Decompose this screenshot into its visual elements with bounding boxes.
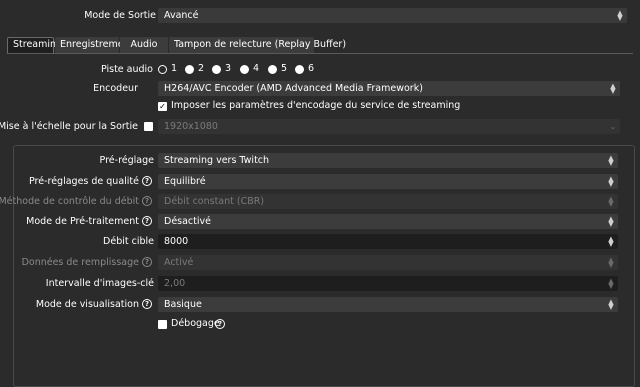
audio-track-radio-1[interactable] (158, 65, 167, 74)
bitrate-label: Débit cible (103, 236, 154, 247)
rescale-select[interactable]: 1920x1080 ⌄ (158, 119, 620, 134)
quality-preset-select[interactable]: Equilibré ▲ ▼ (158, 174, 618, 189)
preprocessing-label: Mode de Pré-traitement (26, 216, 139, 227)
preprocessing-select[interactable]: Désactivé ▲ ▼ (158, 214, 618, 229)
help-icon[interactable]: ? (142, 257, 152, 267)
help-icon[interactable]: ? (142, 196, 152, 206)
spin-arrows-icon: ▲ ▼ (608, 154, 614, 167)
audio-track-radio-5[interactable] (268, 65, 277, 74)
view-mode-select[interactable]: Basique ▲ ▼ (158, 297, 618, 312)
tab-audio[interactable]: Audio (120, 37, 168, 53)
spin-arrows-icon: ▲ ▼ (610, 82, 616, 95)
output-mode-select[interactable]: Avancé ▲ ▼ (158, 8, 627, 23)
help-icon[interactable]: ? (142, 176, 152, 186)
output-mode-label: Mode de Sortie (84, 10, 156, 21)
audio-track-label-1: 1 (171, 63, 178, 74)
audio-track-label-3: 3 (225, 63, 232, 74)
preset-label: Pré-réglage (99, 155, 154, 166)
rescale-checkbox[interactable] (144, 122, 153, 131)
rate-control-value: Débit constant (CBR) (164, 196, 265, 207)
keyframe-label: Intervalle d'images-clé (45, 278, 154, 289)
audio-track-radio-6[interactable] (295, 65, 304, 74)
spin-arrows-icon: ▲ ▼ (608, 215, 614, 228)
preprocessing-value: Désactivé (164, 216, 211, 227)
tab-panel-border (7, 53, 633, 54)
spin-arrows-icon[interactable]: ▲ ▼ (607, 236, 615, 248)
tab-replay-buffer[interactable]: Tampon de relecture (Replay Buffer) (169, 37, 346, 53)
tab-streaming[interactable]: Streaming (7, 37, 62, 53)
help-icon[interactable]: ? (215, 319, 225, 329)
spin-arrows-icon: ▲ ▼ (608, 175, 614, 188)
preset-select[interactable]: Streaming vers Twitch ▲ ▼ (158, 153, 618, 168)
debug-label: Débogage (171, 318, 220, 329)
spin-arrows-icon: ▲ ▼ (608, 195, 614, 208)
audio-track-label: Piste audio (100, 64, 153, 75)
keyframe-value: 2,00 (164, 278, 186, 289)
spin-arrows-icon[interactable]: ▲ ▼ (607, 278, 615, 290)
spin-arrows-icon: ▲ ▼ (608, 298, 614, 311)
output-mode-value: Avancé (164, 10, 199, 21)
audio-track-label-5: 5 (281, 63, 288, 74)
encoder-label: Encodeur (93, 83, 138, 94)
keyframe-spinbox[interactable]: 2,00 ▲ ▼ (158, 276, 618, 291)
filler-data-value: Activé (164, 257, 194, 268)
audio-track-radio-3[interactable] (212, 65, 221, 74)
help-icon[interactable]: ? (142, 216, 152, 226)
rate-control-label: Méthode de contrôle du débit (0, 196, 139, 207)
view-mode-label: Mode de visualisation (35, 299, 139, 310)
quality-preset-label: Pré-réglages de qualité (28, 176, 139, 187)
filler-data-label: Données de remplissage (21, 257, 139, 268)
enforce-label: Imposer les paramètres d'encodage du ser… (171, 100, 461, 111)
help-icon[interactable]: ? (142, 299, 152, 309)
rescale-label: Mise à l'échelle pour la Sortie (0, 121, 138, 132)
bitrate-spinbox[interactable]: 8000 ▲ ▼ (158, 234, 618, 249)
quality-preset-value: Equilibré (164, 176, 206, 187)
audio-track-label-2: 2 (198, 63, 205, 74)
spin-arrows-icon: ▲ ▼ (608, 256, 614, 269)
audio-track-radio-4[interactable] (240, 65, 249, 74)
audio-track-label-6: 6 (308, 63, 315, 74)
rescale-value: 1920x1080 (164, 121, 218, 132)
enforce-checkbox[interactable]: ✓ (158, 102, 167, 111)
rate-control-select[interactable]: Débit constant (CBR) ▲ ▼ (158, 194, 618, 209)
audio-track-label-4: 4 (253, 63, 260, 74)
encoder-value: H264/AVC Encoder (AMD Advanced Media Fra… (164, 83, 423, 94)
tab-recording[interactable]: Enregistrement (55, 37, 133, 53)
debug-checkbox[interactable] (158, 320, 167, 329)
spin-arrows-icon: ▲ ▼ (617, 9, 623, 22)
audio-track-radio-2[interactable] (185, 65, 194, 74)
encoder-select[interactable]: H264/AVC Encoder (AMD Advanced Media Fra… (158, 81, 620, 96)
chevron-down-icon: ⌄ (609, 122, 617, 131)
filler-data-select[interactable]: Activé ▲ ▼ (158, 255, 618, 270)
bitrate-value: 8000 (164, 236, 189, 247)
preset-value: Streaming vers Twitch (164, 155, 270, 166)
view-mode-value: Basique (164, 299, 202, 310)
